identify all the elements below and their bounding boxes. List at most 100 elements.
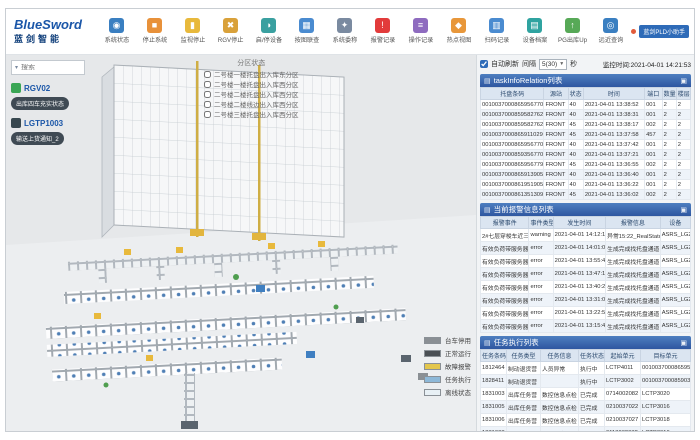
toolbar-label: 监视停止 <box>180 36 205 45</box>
column-header[interactable]: 楼层 <box>676 88 690 100</box>
toolbar-button[interactable]: ◆ 热点视图 <box>440 18 477 45</box>
toolbar-button[interactable]: ▤ 设备档案 <box>516 18 553 45</box>
device-item[interactable]: RGV02 出库四车充实状态 <box>11 83 103 111</box>
table-row[interactable]: 有效负荷带服务器error2021-04-01 14:01:01生成完成找托盘通… <box>481 242 691 255</box>
table-row[interactable]: 1831005出库任务营数控信息点检已完成0210037022LCTP3016 <box>481 401 691 414</box>
legend-label: 故障报警 <box>445 361 471 371</box>
table-row[interactable]: 0010037000865913905FRONT402021-04-01 13:… <box>481 170 691 180</box>
column-header[interactable]: 任务信息 <box>541 350 579 362</box>
table-row[interactable]: 0010037000865956779FRONT452021-04-01 13:… <box>481 160 691 170</box>
table-row[interactable]: 有效负荷带服务器error2021-04-01 13:31:08生成完成找托盘通… <box>481 294 691 307</box>
search-input[interactable] <box>21 64 81 71</box>
toolbar-button[interactable]: ◎ 远近查询 <box>592 18 629 45</box>
table-row[interactable]: 1831006出库任务营数控信息点检已完成0210037027LCTP3018 <box>481 414 691 427</box>
legend-item: 任务执行 <box>424 374 471 384</box>
column-header[interactable]: 任务条码 <box>481 350 507 362</box>
legend-label: 正常运行 <box>445 348 471 358</box>
toolbar-label: 远近查询 <box>598 36 623 45</box>
zone-checkbox-row[interactable]: 二号楼二楼托盘出入库西分区 <box>204 89 299 99</box>
column-header[interactable]: 端口 <box>645 88 663 100</box>
zone-checkbox[interactable] <box>204 111 211 118</box>
column-header[interactable]: 任务类型 <box>507 350 541 362</box>
column-header[interactable]: 托盘条码 <box>481 88 544 100</box>
toolbar-button[interactable]: ! 报警记录 <box>364 18 401 45</box>
toolbar-button[interactable]: ▮ 监视停止 <box>174 18 211 45</box>
table-row[interactable]: 0010037000861951905FRONT402021-04-01 13:… <box>481 180 691 190</box>
alarm-table-header[interactable]: ▤ 当前报警信息列表 ▣ <box>480 203 691 216</box>
table-row[interactable]: 1831008出库任务营数控信息点检执行中0113002032LCTP3016 <box>481 427 691 432</box>
toolbar-label: 启/停设备 <box>255 36 281 45</box>
table-row[interactable]: 0010037000865956770FRONT402021-04-01 13:… <box>481 100 691 110</box>
zone-checkbox[interactable] <box>204 101 211 108</box>
toolbar-button[interactable]: ↑ PG出库Up <box>554 18 591 45</box>
zone-checkbox-row[interactable]: 二号楼三楼托盘出入库西分区 <box>204 109 299 119</box>
toolbar-button[interactable]: ▥ 扫码记录 <box>478 18 515 45</box>
top-toolbar: BlueSword 蓝剑智能 ◉ 系统状态 ■ 停止系统 ▮ 监视停止 <box>6 9 694 55</box>
toolbar-label: 操作记录 <box>408 36 433 45</box>
toolbar-button[interactable]: ◉ 系统状态 <box>98 18 135 45</box>
toolbar-button[interactable]: ■ 停止系统 <box>136 18 173 45</box>
zone-checkbox-row[interactable]: 二号楼二楼线边出入库西分区 <box>204 99 299 109</box>
column-header[interactable]: 发生时间 <box>553 217 606 229</box>
search-box[interactable]: ▾ <box>11 60 85 75</box>
zone-checkbox-row[interactable]: 二号楼一楼托盘出入库西分区 <box>204 79 299 89</box>
table-row[interactable]: 有效负荷带服务器error2021-04-01 13:15:40生成完成找托盘通… <box>481 320 691 333</box>
table-row[interactable]: 0010037000861351309FRONT452021-04-01 13:… <box>481 190 691 200</box>
zone-checkbox[interactable] <box>204 91 211 98</box>
table-row[interactable]: 0010037000859356770FRONT402021-04-01 13:… <box>481 150 691 160</box>
assistant-badge[interactable]: 蓝剑PLD小助手 <box>639 25 689 38</box>
table-row[interactable]: 有效负荷带服务器error2021-04-01 13:40:26生成完成找托盘通… <box>481 281 691 294</box>
column-header[interactable]: 报警事件 <box>481 217 529 229</box>
column-header[interactable]: 目标单元 <box>641 350 691 362</box>
column-header[interactable]: 起始单元 <box>605 350 641 362</box>
task-exec-table-header[interactable]: ▤ 任务执行列表 ▣ <box>480 336 691 349</box>
toolbar-button[interactable]: ✦ 系统委称 <box>326 18 363 45</box>
table-row[interactable]: 0010037000865911029FRONT452021-04-01 13:… <box>481 130 691 140</box>
toolbar-button[interactable]: ✖ RGV停止 <box>212 18 249 45</box>
table-row[interactable]: 1828411制动退货营执行中LCTP30020010037000859031 <box>481 375 691 388</box>
legend-swatch <box>424 363 441 370</box>
toolbar-label: 设备档案 <box>522 36 547 45</box>
table-row[interactable]: 0010037000865956770FRONT402021-04-01 13:… <box>481 140 691 150</box>
device-name: LGTP1003 <box>24 119 63 128</box>
zone-checkbox-row[interactable]: 二号楼一楼托盘出入库东分区 <box>204 69 299 79</box>
legend-item: 台车停用 <box>424 335 471 345</box>
table-row[interactable]: 0010037000859582762FRONT402021-04-01 13:… <box>481 110 691 120</box>
table-row[interactable]: 2#七层穿梭车近三跟踪warning2021-04-01 14:12:12异常1… <box>481 229 691 242</box>
window-icon[interactable]: ▣ <box>680 339 687 347</box>
window-icon[interactable]: ▣ <box>680 77 687 85</box>
legend-item: 正常运行 <box>424 348 471 358</box>
app-window: BlueSword 蓝剑智能 ◉ 系统状态 ■ 停止系统 ▮ 监视停止 <box>5 8 695 432</box>
table-row[interactable]: 有效负荷带服务器error2021-04-01 13:55:43生成完成找托盘通… <box>481 255 691 268</box>
column-header[interactable]: 数量 <box>662 88 676 100</box>
task-exec-table-title: 任务执行列表 <box>494 337 681 348</box>
table-row[interactable]: 1831003出库任务营数控信息点检已完成0714002082LCTP3020 <box>481 388 691 401</box>
interval-select[interactable]: 5(30) ▼ <box>539 59 567 70</box>
table-row[interactable]: 0010037000859582762FRONT452021-04-01 13:… <box>481 120 691 130</box>
refresh-controls: 自动刷新 间隔 5(30) ▼ 秒 监控时间:2021-04-01 14:21:… <box>480 57 691 71</box>
alarm-table-title: 当前报警信息列表 <box>494 204 681 215</box>
device-name: RGV02 <box>24 84 50 93</box>
auto-refresh-checkbox[interactable] <box>480 60 488 68</box>
zone-checkbox[interactable] <box>204 81 211 88</box>
window-icon[interactable]: ▣ <box>680 206 687 214</box>
toolbar-button[interactable]: ▦ 按图联查 <box>288 18 325 45</box>
column-header[interactable]: 设备 <box>660 217 690 229</box>
table-row[interactable]: 1812464制动退货营人员异常执行中LCTP40110010037000865… <box>481 362 691 375</box>
toolbar-button[interactable]: ≡ 操作记录 <box>402 18 439 45</box>
task-info-table-header[interactable]: ▤ taskInfoRelation列表 ▣ <box>480 74 691 87</box>
column-header[interactable]: 事件类型 <box>529 217 553 229</box>
table-row[interactable]: 有效负荷带服务器error2021-04-01 13:22:54生成完成找托盘通… <box>481 307 691 320</box>
zone-label: 二号楼一楼托盘出入库西分区 <box>214 79 299 89</box>
column-header[interactable]: 时间 <box>583 88 644 100</box>
device-item[interactable]: LGTP1003 输送上货通知_2 <box>11 118 103 146</box>
task-exec-table: 任务条码任务类型任务信息任务状态起始单元目标单元1812464制动退货营人员异常… <box>480 349 691 431</box>
menu-icon: ▤ <box>484 339 491 347</box>
toolbar-button[interactable]: ◑ 启/停设备 <box>250 18 287 45</box>
zone-checkbox[interactable] <box>204 71 211 78</box>
column-header[interactable]: 报警信息 <box>606 217 661 229</box>
column-header[interactable]: 源站 <box>544 88 568 100</box>
table-row[interactable]: 有效负荷带服务器error2021-04-01 13:47:12生成完成找托盘通… <box>481 268 691 281</box>
column-header[interactable]: 任务状态 <box>579 350 605 362</box>
column-header[interactable]: 状态 <box>568 88 583 100</box>
